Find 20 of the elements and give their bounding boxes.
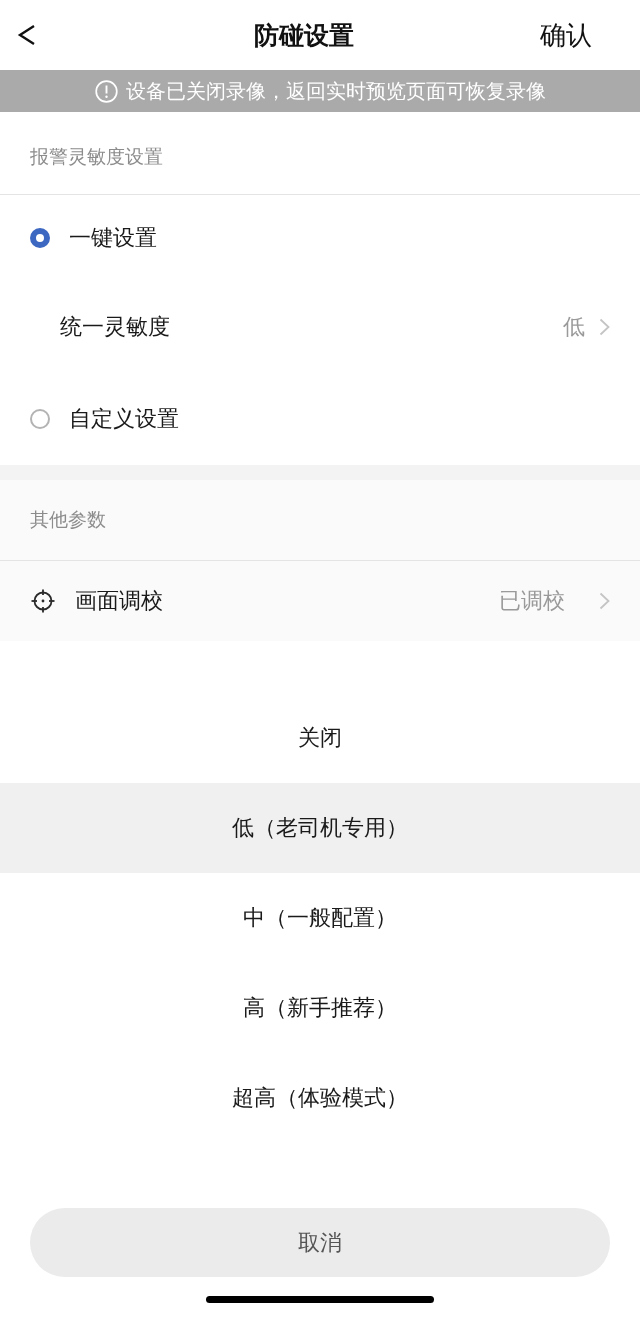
section-title: 其他参数	[30, 507, 106, 532]
setting-label: 统一灵敏度	[60, 313, 170, 341]
radio-button[interactable]	[30, 409, 50, 429]
sheet-option[interactable]: 低（老司机专用）	[0, 783, 640, 873]
setting-value: 低	[563, 313, 585, 341]
confirm-button[interactable]: 确认	[540, 17, 592, 53]
setting-label: 画面调校	[75, 587, 163, 615]
chevron-right-icon	[599, 592, 610, 610]
chevron-left-icon	[17, 24, 37, 46]
cancel-button[interactable]: 取消	[30, 1208, 610, 1277]
setting-value: 已调校	[499, 587, 565, 615]
page-title: 防碰设置	[254, 19, 354, 52]
section-title: 报警灵敏度设置	[30, 144, 163, 169]
option-label: 自定义设置	[69, 405, 179, 433]
notice-text: 设备已关闭录像，返回实时预览页面可恢复录像	[125, 77, 546, 105]
chevron-right-icon	[599, 318, 610, 336]
option-label: 一键设置	[69, 224, 157, 252]
radio-button[interactable]	[30, 228, 50, 248]
alert-circle-icon	[94, 79, 118, 103]
crosshair-icon	[31, 589, 55, 613]
